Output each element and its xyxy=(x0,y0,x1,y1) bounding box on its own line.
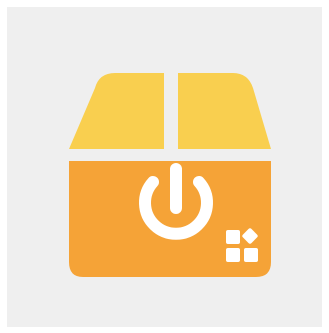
app-icon-tile xyxy=(7,7,322,327)
package-power-apps-icon xyxy=(7,7,322,327)
